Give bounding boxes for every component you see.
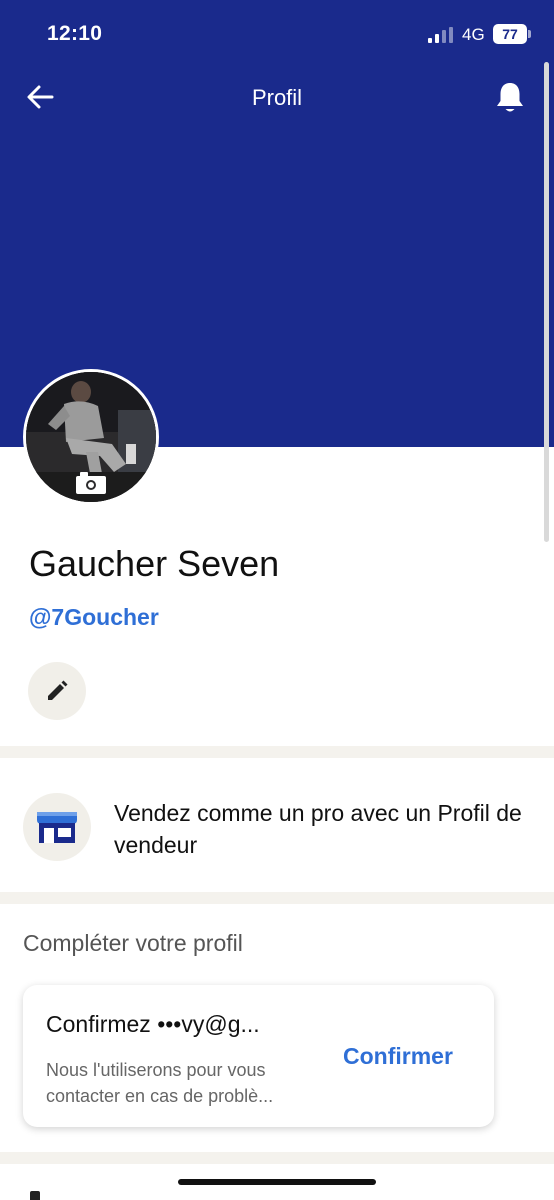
complete-profile-heading: Compléter votre profil	[23, 930, 243, 956]
camera-icon	[76, 472, 106, 494]
edit-profile-button[interactable]	[28, 662, 86, 720]
status-time: 12:10	[47, 22, 103, 45]
network-type: 4G	[462, 25, 485, 44]
confirm-button[interactable]: Confirmer	[343, 1043, 453, 1070]
pencil-icon	[48, 680, 68, 700]
page-title: Profil	[251, 85, 303, 110]
signal-icon	[428, 27, 453, 43]
battery-icon: 77	[493, 24, 527, 44]
storefront-icon	[37, 812, 77, 843]
section-divider	[0, 1152, 554, 1164]
change-photo-button[interactable]	[74, 470, 108, 496]
confirm-email-card: Confirmez •••vy@g... Nous l'utiliserons …	[23, 985, 494, 1127]
confirm-email-description: Nous l'utiliserons pour vous contacter e…	[46, 1060, 274, 1106]
section-divider	[0, 746, 554, 758]
confirm-email-title: Confirmez •••vy@g...	[46, 1011, 260, 1037]
seller-profile-promo-link[interactable]: Vendez comme un pro avec un Profil de ve…	[114, 797, 534, 861]
bell-icon	[497, 83, 523, 112]
section-divider	[0, 892, 554, 904]
next-section-icon	[30, 1191, 40, 1200]
scrollbar[interactable]	[544, 62, 549, 542]
username: @7Goucher	[29, 604, 159, 630]
battery-tip	[528, 30, 531, 38]
status-bar: 12:10 4G 77	[0, 0, 554, 70]
seller-profile-icon-badge	[23, 793, 91, 861]
display-name: Gaucher Seven	[29, 543, 280, 584]
notifications-button[interactable]	[494, 80, 526, 116]
home-indicator[interactable]	[178, 1179, 376, 1185]
